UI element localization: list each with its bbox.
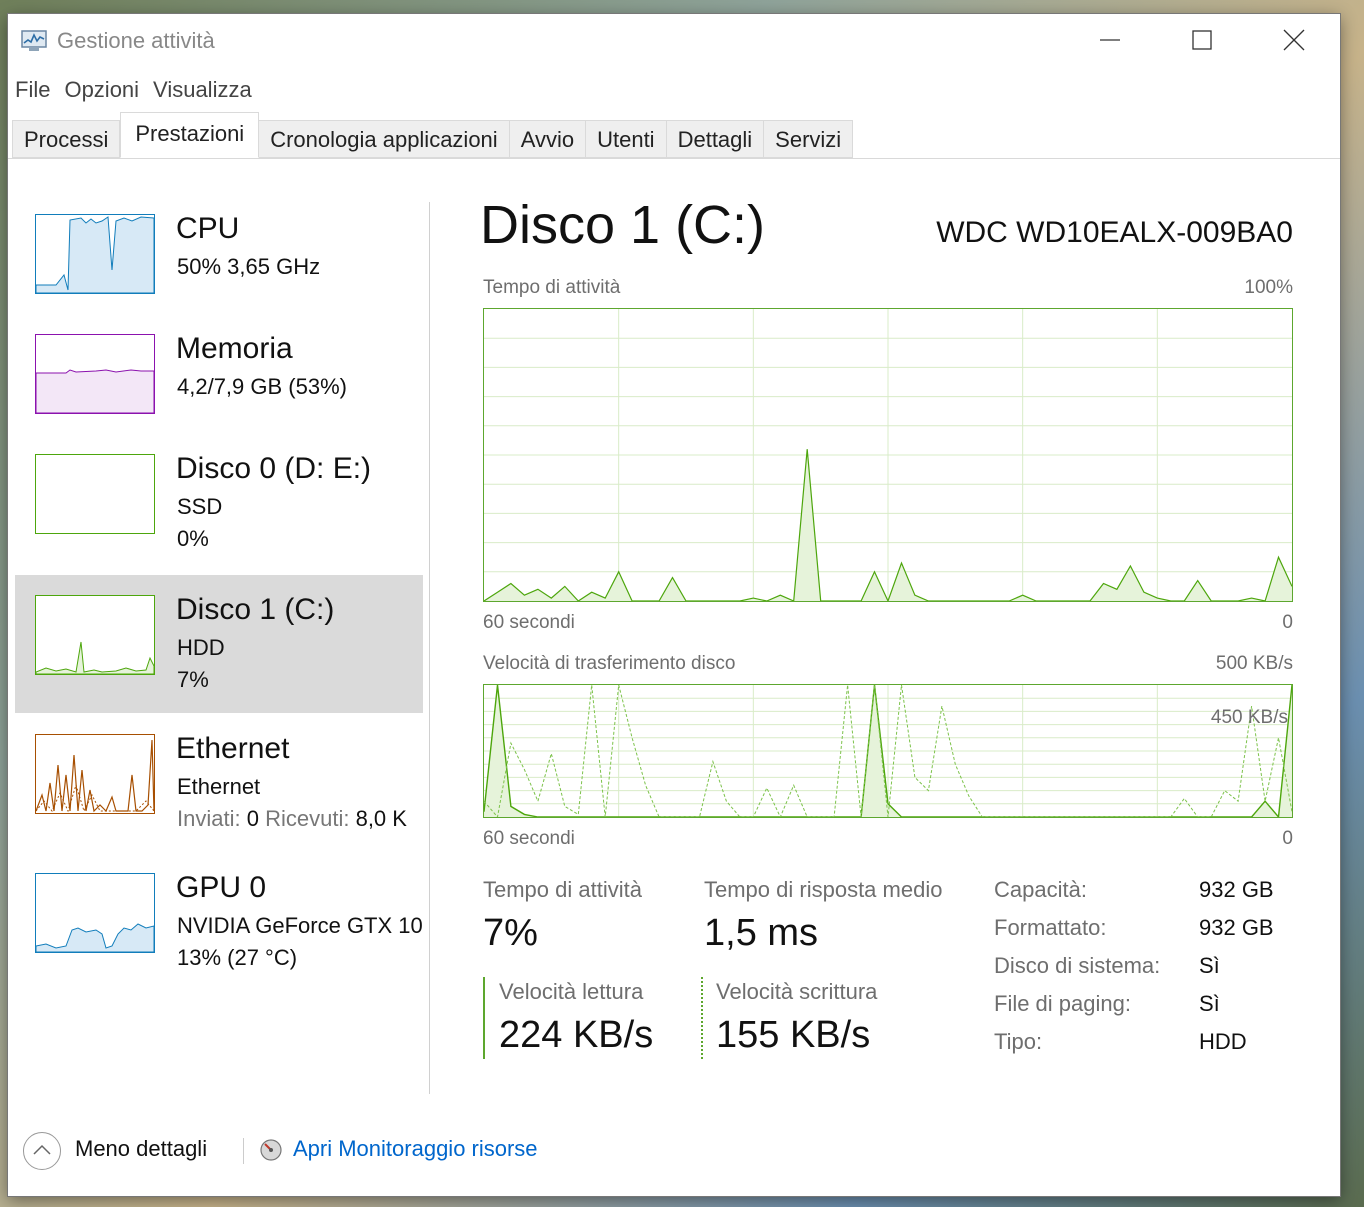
tab-processi[interactable]: Processi	[12, 120, 121, 158]
graph2-time: 60 secondi	[483, 828, 575, 849]
memory-title: Memoria	[176, 332, 293, 365]
graph2-max: 500 KB/s	[1215, 653, 1293, 674]
panel-divider	[429, 202, 430, 1094]
disk-model: WDC WD10EALX-009BA0	[936, 216, 1293, 249]
tab-avvio[interactable]: Avvio	[509, 120, 587, 158]
sent-value: 0	[246, 806, 259, 831]
cpu-thumbnail-graph	[35, 214, 155, 294]
disk1-title: Disco 1 (C:)	[176, 593, 335, 626]
tab-bar: Processi Prestazioni Cronologia applicaz…	[8, 112, 1340, 159]
write-speed-label: Velocità scrittura	[716, 979, 878, 1004]
memory-usage: 4,2/7,9 GB (53%)	[177, 374, 347, 399]
less-details-label[interactable]: Meno dettagli	[75, 1136, 207, 1162]
minimize-button[interactable]	[1064, 14, 1156, 66]
tab-dettagli[interactable]: Dettagli	[666, 120, 765, 158]
formatted-value: 932 GB	[1199, 915, 1274, 940]
ethernet-throughput: Inviati: 0 Ricevuti: 8,0 K	[177, 806, 407, 832]
title-bar[interactable]: Gestione attività	[8, 14, 1340, 70]
received-label: Ricevuti:	[265, 806, 350, 831]
read-speed-value: 224 KB/s	[499, 1014, 654, 1056]
sidebar-item-cpu[interactable]: CPU 50% 3,65 GHz	[15, 194, 423, 332]
received-value: 8,0 K	[355, 806, 407, 831]
less-details-button[interactable]	[23, 1132, 61, 1170]
type-label: Tipo:	[994, 1029, 1043, 1054]
gpu-model: NVIDIA GeForce GTX 10	[177, 913, 423, 938]
read-speed-marker	[483, 977, 485, 1059]
sidebar-item-gpu-0[interactable]: GPU 0 NVIDIA GeForce GTX 10 13% (27 °C)	[15, 853, 423, 991]
footer: Meno dettagli Apri Monitoraggio risorse	[8, 1132, 1340, 1182]
menu-bar: File Opzioni Visualizza	[8, 74, 259, 106]
menu-file[interactable]: File	[8, 74, 57, 106]
formatted-label: Formattato:	[994, 915, 1107, 940]
cpu-title: CPU	[176, 212, 240, 245]
graph2-zero: 0	[1282, 828, 1293, 849]
tab-prestazioni[interactable]: Prestazioni	[120, 112, 260, 158]
maximize-button[interactable]	[1156, 14, 1248, 66]
main-title: Disco 1 (C:)	[480, 195, 766, 255]
menu-visualizza[interactable]: Visualizza	[146, 74, 259, 106]
minimize-icon	[1100, 39, 1120, 41]
disk1-thumbnail-graph	[35, 595, 155, 675]
disk0-type: SSD	[177, 494, 223, 519]
system-disk-label: Disco di sistema:	[994, 953, 1161, 978]
footer-separator	[243, 1138, 244, 1164]
ethernet-adapter: Ethernet	[177, 774, 261, 799]
close-button[interactable]	[1248, 14, 1340, 66]
system-disk-value: Sì	[1199, 953, 1220, 978]
memory-thumbnail-graph	[35, 334, 155, 414]
tab-servizi[interactable]: Servizi	[764, 120, 854, 158]
disk0-usage: 0%	[177, 526, 209, 551]
graph2-label: Velocità di trasferimento disco	[483, 653, 736, 674]
disk0-title: Disco 0 (D: E:)	[176, 452, 372, 485]
active-time-graph	[483, 308, 1293, 602]
disk1-type: HDD	[177, 635, 225, 660]
response-time-value: 1,5 ms	[704, 912, 819, 954]
graph1-time: 60 secondi	[483, 612, 575, 633]
read-speed-label: Velocità lettura	[499, 979, 644, 1004]
maximize-icon	[1192, 30, 1212, 50]
gpu-thumbnail-graph	[35, 873, 155, 953]
page-file-label: File di paging:	[994, 991, 1131, 1016]
ethernet-title: Ethernet	[176, 732, 290, 765]
capacity-value: 932 GB	[1199, 877, 1274, 902]
window-title: Gestione attività	[57, 28, 215, 53]
gpu-usage: 13% (27 °C)	[177, 945, 298, 970]
menu-opzioni[interactable]: Opzioni	[57, 74, 146, 106]
response-time-label: Tempo di risposta medio	[704, 877, 943, 902]
graph1-zero: 0	[1282, 612, 1293, 633]
close-icon	[1283, 29, 1305, 51]
disk0-thumbnail-graph	[35, 454, 155, 534]
graph2-inner-label: 450 KB/s	[1210, 707, 1288, 728]
task-manager-window: Gestione attività File Opzioni Visualizz…	[8, 14, 1340, 1196]
type-value: HDD	[1199, 1029, 1247, 1054]
ethernet-thumbnail-graph	[35, 734, 155, 814]
capacity-label: Capacità:	[994, 877, 1087, 902]
page-file-value: Sì	[1199, 991, 1220, 1016]
tab-cronologia-applicazioni[interactable]: Cronologia applicazioni	[259, 120, 510, 158]
cpu-usage: 50% 3,65 GHz	[177, 254, 321, 279]
graph1-label: Tempo di attività	[483, 277, 621, 298]
task-manager-icon	[20, 28, 50, 54]
gpu-title: GPU 0	[176, 871, 267, 904]
chevron-up-icon	[33, 1144, 51, 1155]
sidebar-item-memoria[interactable]: Memoria 4,2/7,9 GB (53%)	[15, 314, 423, 452]
write-speed-value: 155 KB/s	[716, 1014, 871, 1056]
sidebar-item-ethernet[interactable]: Ethernet Ethernet Inviati: 0 Ricevuti: 8…	[15, 714, 423, 852]
active-time-value: 7%	[483, 912, 538, 954]
write-speed-marker	[701, 977, 703, 1059]
disk1-usage: 7%	[177, 667, 209, 692]
sent-label: Inviati:	[177, 806, 241, 831]
transfer-rate-graph: 450 KB/s	[483, 684, 1293, 818]
tab-utenti[interactable]: Utenti	[586, 120, 667, 158]
sidebar-item-disco-0[interactable]: Disco 0 (D: E:) SSD 0%	[15, 434, 423, 572]
resource-monitor-icon	[259, 1138, 283, 1167]
active-time-label: Tempo di attività	[483, 877, 642, 902]
open-resource-monitor-link[interactable]: Apri Monitoraggio risorse	[293, 1136, 538, 1162]
graph1-max: 100%	[1244, 277, 1293, 298]
sidebar-item-disco-1[interactable]: Disco 1 (C:) HDD 7%	[15, 575, 423, 713]
